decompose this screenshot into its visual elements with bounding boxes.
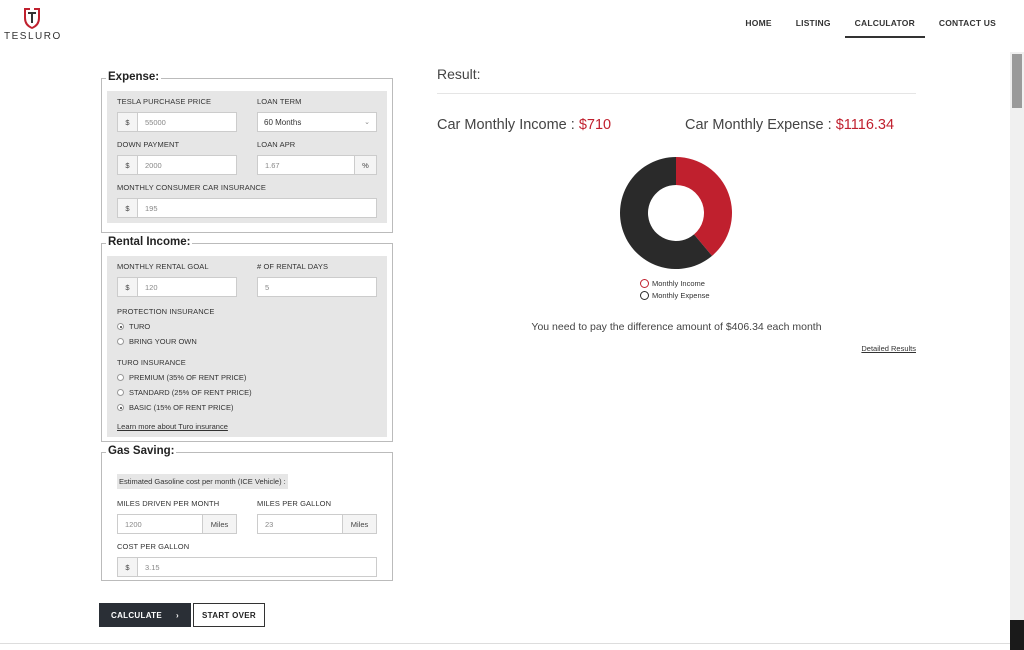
- start-over-button[interactable]: START OVER: [193, 603, 265, 627]
- scrollbar-thumb[interactable]: [1012, 54, 1022, 108]
- dollar-addon: $: [118, 278, 138, 296]
- purchase-price-input[interactable]: $ 55000: [117, 112, 237, 132]
- difference-text: You need to pay the difference amount of…: [531, 321, 822, 333]
- radio-label: PREMIUM (35% OF RENT PRICE): [129, 373, 247, 382]
- insurance-label: MONTHLY CONSUMER CAR INSURANCE: [117, 183, 266, 192]
- loan-apr-value: 1.67: [265, 160, 280, 170]
- mpg-value: 23: [265, 519, 274, 529]
- rental-days-value: 5: [265, 282, 270, 292]
- radio-unchecked-icon: [117, 389, 124, 396]
- nav-calculator[interactable]: CALCULATOR: [844, 10, 925, 38]
- rental-days-label: # OF RENTAL DAYS: [257, 262, 329, 271]
- miles-driven-value: 1200: [125, 519, 142, 529]
- rental-goal-input[interactable]: $ 120: [117, 277, 237, 297]
- income-label: Car Monthly Income :: [437, 117, 579, 133]
- rental-goal-label: MONTHLY RENTAL GOAL: [117, 262, 209, 271]
- chevron-down-icon: ⌄: [364, 119, 370, 126]
- gas-saving-title: Gas Saving:: [106, 445, 177, 457]
- gas-note: Estimated Gasoline cost per month (ICE V…: [117, 474, 288, 489]
- mpg-label: MILES PER GALLON: [257, 499, 332, 508]
- loan-term-select[interactable]: 60 Months ⌄: [257, 112, 377, 132]
- cost-per-gallon-input[interactable]: $ 3.15: [117, 557, 377, 577]
- shield-logo-icon: [24, 8, 40, 29]
- radio-checked-icon: [117, 404, 124, 411]
- legend-swatch: [640, 291, 649, 300]
- nav-contact-us[interactable]: CONTACT US: [929, 10, 1006, 38]
- dollar-addon: $: [118, 199, 138, 217]
- rental-goal-value: 120: [145, 282, 158, 292]
- chart-legend: Monthly Income Monthly Expense: [640, 279, 710, 303]
- radio-label: TURO: [129, 322, 151, 331]
- expense-value: $1116.34: [835, 117, 895, 133]
- gas-saving-panel: Gas Saving: Estimated Gasoline cost per …: [101, 445, 393, 581]
- loan-term-label: LOAN TERM: [257, 97, 302, 106]
- cost-per-gallon-value: 3.15: [145, 562, 160, 572]
- scroll-corner: [1010, 620, 1024, 650]
- dollar-addon: $: [118, 558, 138, 576]
- legend-swatch: [640, 279, 649, 288]
- radio-unchecked-icon: [117, 338, 124, 345]
- insurance-value: 195: [145, 203, 158, 213]
- calculate-label: CALCULATE: [111, 610, 163, 620]
- cost-per-gallon-label: COST PER GALLON: [117, 542, 190, 551]
- loan-term-value: 60 Months: [264, 117, 302, 127]
- turo-insurance-label: TURO INSURANCE: [117, 358, 186, 367]
- miles-driven-label: MILES DRIVEN PER MONTH: [117, 499, 220, 508]
- expense-panel: Expense: TESLA PURCHASE PRICE $ 55000 LO…: [101, 71, 393, 233]
- radio-bring-your-own[interactable]: BRING YOUR OWN: [117, 337, 377, 346]
- purchase-price-value: 55000: [145, 117, 166, 127]
- legend-label: Monthly Income: [652, 279, 705, 288]
- purchase-price-label: TESLA PURCHASE PRICE: [117, 97, 212, 106]
- down-payment-label: DOWN PAYMENT: [117, 140, 180, 149]
- rental-days-input[interactable]: 5: [257, 277, 377, 297]
- radio-label: BASIC (15% OF RENT PRICE): [129, 403, 234, 412]
- vertical-scrollbar[interactable]: [1010, 52, 1024, 650]
- protection-insurance-label: PROTECTION INSURANCE: [117, 307, 215, 316]
- dollar-addon: $: [118, 113, 138, 131]
- main-nav: HOME LISTING CALCULATOR CONTACT US: [731, 10, 1006, 38]
- miles-driven-input[interactable]: 1200 Miles: [117, 514, 237, 534]
- radio-basic[interactable]: BASIC (15% OF RENT PRICE): [117, 403, 377, 412]
- donut-chart: [620, 157, 732, 269]
- detailed-results-link[interactable]: Detailed Results: [861, 344, 916, 353]
- brand-name: TESLURO: [4, 31, 62, 42]
- radio-premium[interactable]: PREMIUM (35% OF RENT PRICE): [117, 373, 377, 382]
- rental-income-panel: Rental Income: MONTHLY RENTAL GOAL $ 120…: [101, 236, 393, 442]
- loan-apr-input[interactable]: 1.67 %: [257, 155, 377, 175]
- radio-label: BRING YOUR OWN: [129, 337, 197, 346]
- down-payment-input[interactable]: $ 2000: [117, 155, 237, 175]
- tesluro-logo[interactable]: TESLURO: [4, 6, 60, 42]
- chevron-right-icon: ›: [176, 610, 179, 620]
- rental-income-title: Rental Income:: [106, 236, 193, 248]
- nav-home[interactable]: HOME: [735, 10, 781, 38]
- expense-title: Expense:: [106, 71, 162, 83]
- loan-apr-label: LOAN APR: [257, 140, 296, 149]
- miles-addon: Miles: [342, 515, 376, 533]
- legend-item-monthly-income[interactable]: Monthly Income: [640, 279, 710, 288]
- radio-standard[interactable]: STANDARD (25% OF RENT PRICE): [117, 388, 377, 397]
- page-bottom-divider: [0, 643, 1010, 644]
- expense-label: Car Monthly Expense :: [685, 117, 836, 133]
- radio-label: STANDARD (25% OF RENT PRICE): [129, 388, 252, 397]
- miles-addon: Miles: [202, 515, 236, 533]
- down-payment-value: 2000: [145, 160, 162, 170]
- radio-unchecked-icon: [117, 374, 124, 381]
- car-monthly-expense: Car Monthly Expense : $1116.34: [685, 117, 894, 133]
- percent-addon: %: [354, 156, 376, 174]
- nav-listing[interactable]: LISTING: [786, 10, 841, 38]
- calculate-button[interactable]: CALCULATE ›: [99, 603, 191, 627]
- radio-turo[interactable]: TURO: [117, 322, 377, 331]
- legend-item-monthly-expense[interactable]: Monthly Expense: [640, 291, 710, 300]
- legend-label: Monthly Expense: [652, 291, 710, 300]
- result-divider: [437, 93, 916, 94]
- result-title: Result:: [437, 66, 481, 82]
- mpg-input[interactable]: 23 Miles: [257, 514, 377, 534]
- learn-more-turo-link[interactable]: Learn more about Turo insurance: [117, 422, 228, 431]
- income-value: $710: [578, 117, 612, 133]
- insurance-input[interactable]: $ 195: [117, 198, 377, 218]
- car-monthly-income: Car Monthly Income : $710: [437, 117, 611, 133]
- dollar-addon: $: [118, 156, 138, 174]
- radio-checked-icon: [117, 323, 124, 330]
